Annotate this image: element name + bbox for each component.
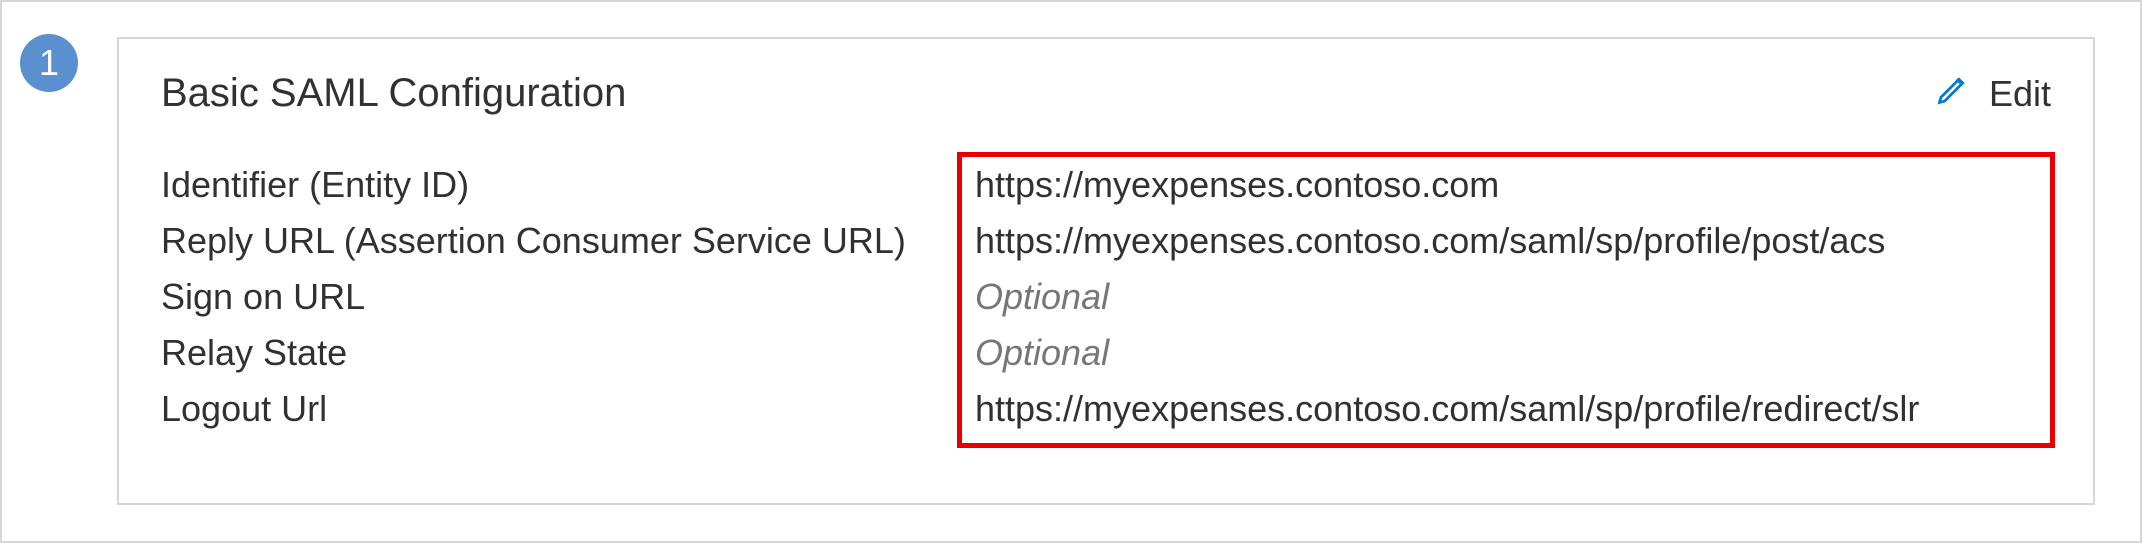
config-label-identifier: Identifier (Entity ID) bbox=[161, 164, 961, 206]
config-value-sign-on-url: Optional bbox=[961, 276, 2051, 318]
config-label-reply-url: Reply URL (Assertion Consumer Service UR… bbox=[161, 220, 961, 262]
card-title: Basic SAML Configuration bbox=[161, 71, 626, 116]
config-value-reply-url: https://myexpenses.contoso.com/saml/sp/p… bbox=[961, 220, 2051, 262]
saml-config-section: 1 Basic SAML Configuration Edit Identifi… bbox=[0, 0, 2142, 543]
basic-saml-card: Basic SAML Configuration Edit Identifier… bbox=[117, 37, 2095, 505]
config-label-relay-state: Relay State bbox=[161, 332, 961, 374]
config-value-relay-state: Optional bbox=[961, 332, 2051, 374]
step-number-badge: 1 bbox=[20, 34, 78, 92]
edit-button-label: Edit bbox=[1989, 73, 2051, 115]
edit-button[interactable]: Edit bbox=[1935, 71, 2051, 116]
pencil-icon bbox=[1935, 71, 1971, 116]
config-value-identifier: https://myexpenses.contoso.com bbox=[961, 164, 2051, 206]
config-value-logout-url: https://myexpenses.contoso.com/saml/sp/p… bbox=[961, 388, 2051, 430]
config-label-sign-on-url: Sign on URL bbox=[161, 276, 961, 318]
config-label-logout-url: Logout Url bbox=[161, 388, 961, 430]
step-number: 1 bbox=[39, 42, 59, 84]
config-grid: Identifier (Entity ID) https://myexpense… bbox=[161, 164, 2051, 430]
card-header: Basic SAML Configuration Edit bbox=[161, 71, 2051, 116]
